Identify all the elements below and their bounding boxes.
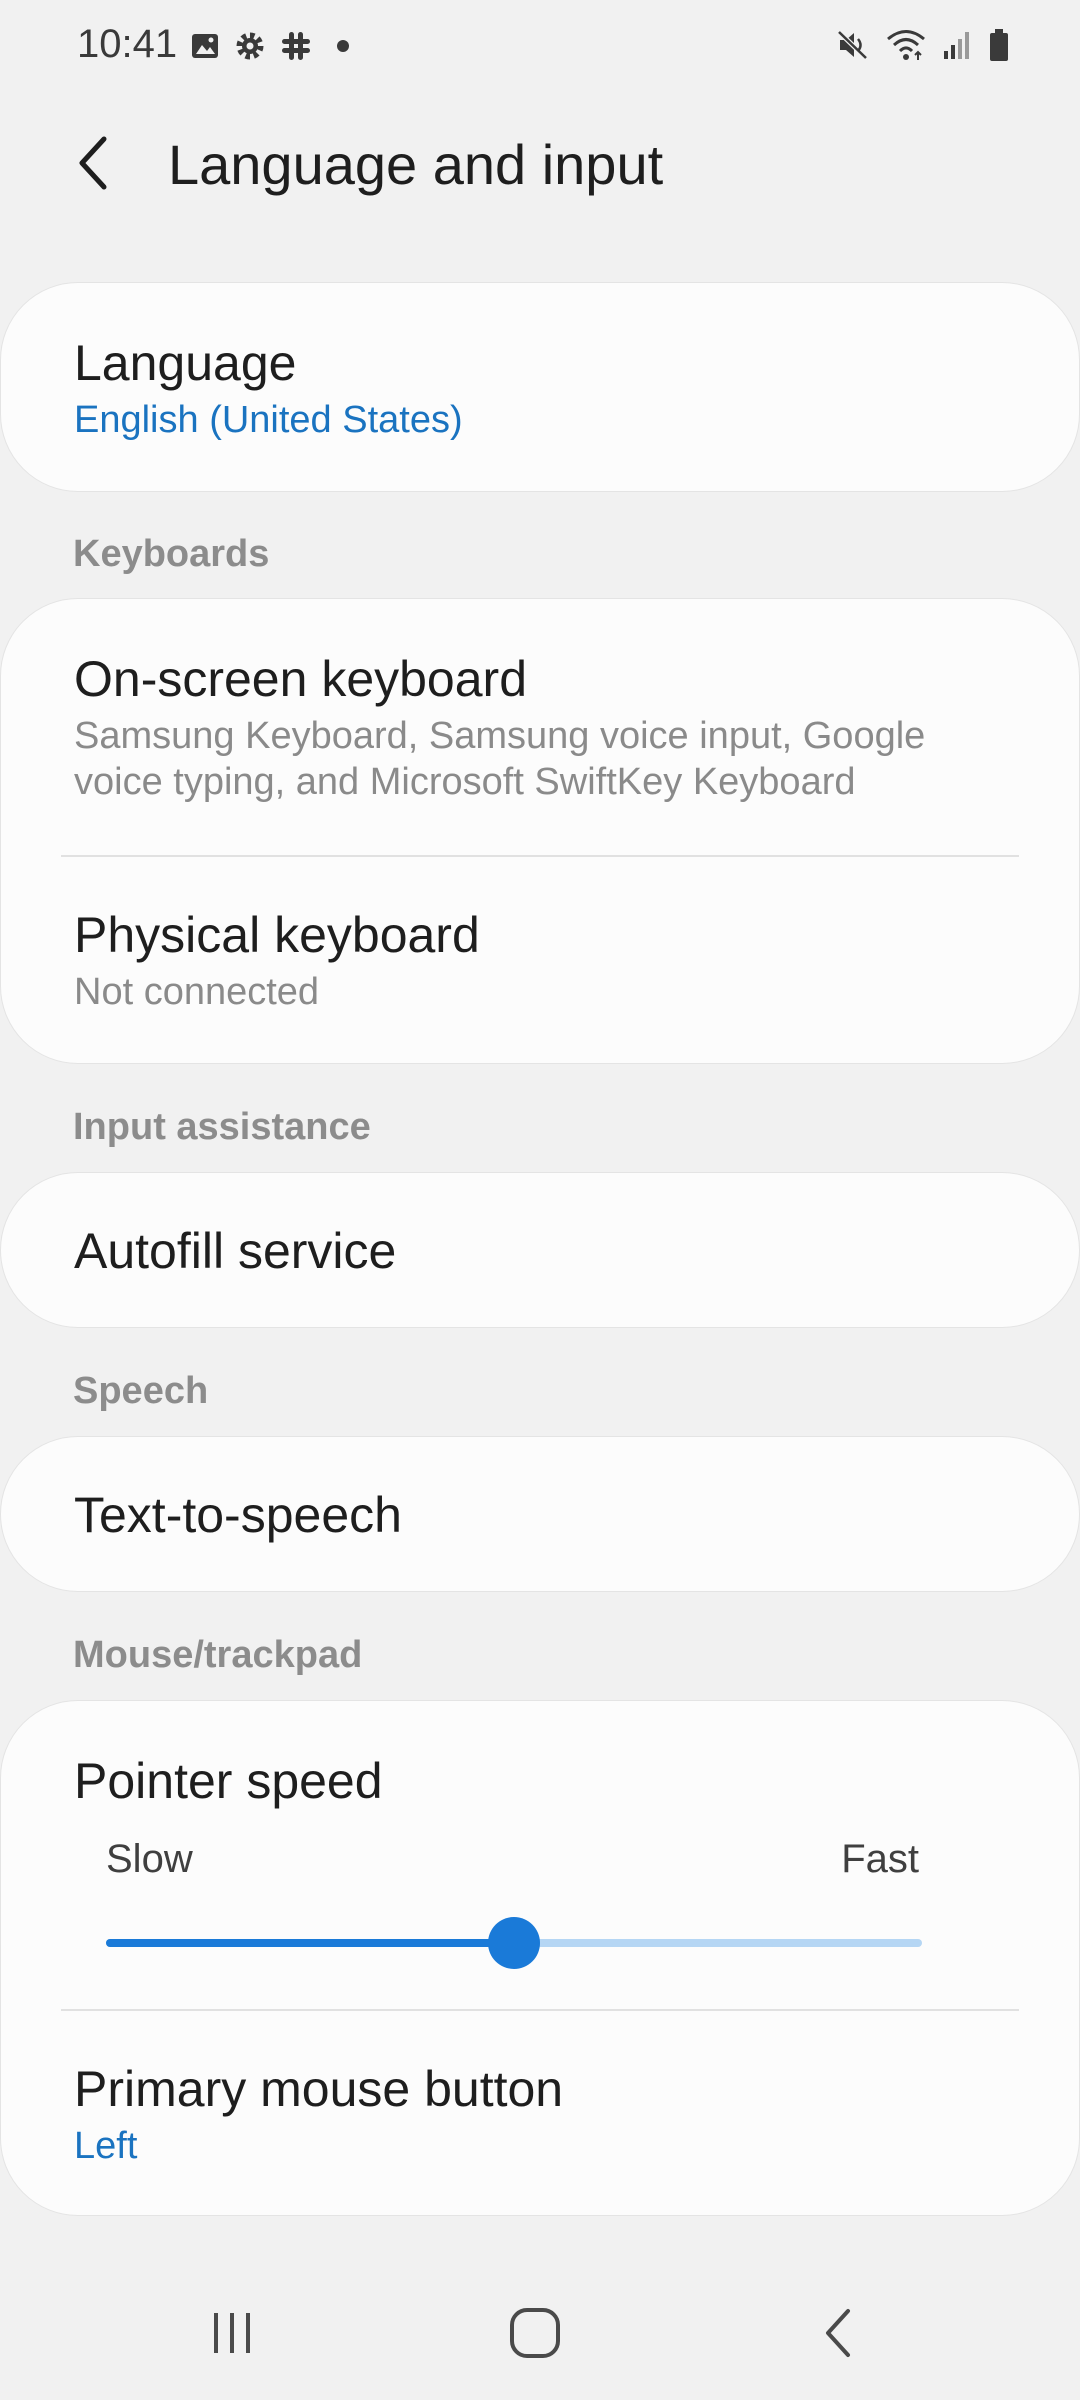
- mouse-card: Pointer speed Slow Fast Primary mouse bu…: [0, 1700, 1080, 2216]
- recents-button[interactable]: [182, 2300, 282, 2370]
- autofill-service-row[interactable]: Autofill service: [1, 1173, 1079, 1327]
- pointer-speed-title: Pointer speed: [74, 1753, 383, 1809]
- dot-icon: [336, 39, 350, 53]
- status-bar: 10:41: [0, 0, 1080, 96]
- image-icon: [190, 31, 220, 61]
- section-header-keyboards: Keyboards: [73, 533, 270, 575]
- navigation-bar: [0, 2270, 1080, 2400]
- status-notification-icons: [190, 30, 350, 62]
- language-title: Language: [74, 335, 297, 391]
- section-header-mouse: Mouse/trackpad: [73, 1634, 363, 1676]
- speech-card: Text-to-speech: [0, 1436, 1080, 1592]
- input-assistance-card: Autofill service: [0, 1172, 1080, 1328]
- slider-fast-label: Fast: [841, 1837, 919, 1881]
- mute-icon: [836, 28, 870, 62]
- onscreen-keyboard-sub-1: Samsung Keyboard, Samsung voice input, G…: [74, 715, 926, 757]
- language-row[interactable]: Language English (United States): [1, 283, 1079, 491]
- slider-slow-label: Slow: [106, 1837, 193, 1881]
- app-header: Language and input: [0, 110, 1080, 220]
- onscreen-keyboard-sub-2: voice typing, and Microsoft SwiftKey Key…: [74, 761, 856, 803]
- physical-keyboard-title: Physical keyboard: [74, 907, 480, 963]
- gear-icon: [234, 30, 266, 62]
- battery-icon: [988, 28, 1010, 62]
- home-icon: [508, 2306, 562, 2365]
- text-to-speech-title: Text-to-speech: [74, 1487, 402, 1543]
- status-system-icons: [836, 28, 1010, 62]
- autofill-service-title: Autofill service: [74, 1223, 397, 1279]
- onscreen-keyboard-row[interactable]: On-screen keyboard Samsung Keyboard, Sam…: [1, 599, 1079, 855]
- language-card: Language English (United States): [0, 282, 1080, 492]
- back-button[interactable]: [64, 130, 124, 200]
- nav-back-button[interactable]: [788, 2300, 888, 2370]
- slack-icon: [280, 30, 312, 62]
- keyboards-card: On-screen keyboard Samsung Keyboard, Sam…: [0, 598, 1080, 1064]
- signal-icon: [942, 29, 972, 61]
- pointer-speed-row: Pointer speed Slow Fast: [1, 1701, 1079, 2009]
- pointer-speed-slider[interactable]: [106, 1917, 922, 1969]
- primary-mouse-button-title: Primary mouse button: [74, 2061, 564, 2117]
- recents-icon: [207, 2310, 257, 2361]
- text-to-speech-row[interactable]: Text-to-speech: [1, 1437, 1079, 1591]
- home-button[interactable]: [485, 2300, 585, 2370]
- physical-keyboard-sub: Not connected: [74, 971, 320, 1013]
- language-value: English (United States): [74, 399, 463, 441]
- status-time: 10:41: [77, 22, 178, 66]
- chevron-left-icon: [74, 135, 114, 196]
- primary-mouse-button-row[interactable]: Primary mouse button Left: [1, 2009, 1079, 2215]
- wifi-icon: [886, 28, 926, 62]
- slider-labels: Slow Fast: [106, 1837, 919, 1882]
- page-title: Language and input: [168, 133, 664, 196]
- slider-thumb[interactable]: [488, 1917, 540, 1969]
- onscreen-keyboard-title: On-screen keyboard: [74, 651, 528, 707]
- physical-keyboard-row[interactable]: Physical keyboard Not connected: [1, 855, 1079, 1063]
- back-icon: [820, 2307, 856, 2364]
- primary-mouse-button-value: Left: [74, 2125, 138, 2167]
- section-header-speech: Speech: [73, 1370, 209, 1412]
- section-header-input-assistance: Input assistance: [73, 1106, 371, 1148]
- slider-fill: [106, 1939, 514, 1947]
